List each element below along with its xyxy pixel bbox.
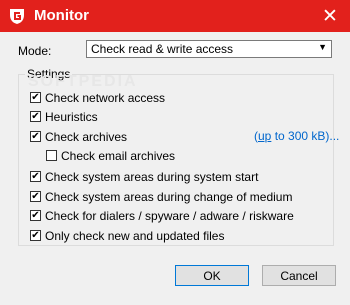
option-new-updated-files[interactable]: ✔ Only check new and updated files bbox=[30, 228, 224, 243]
archive-size-limit-link[interactable]: (up to 300 kB)... bbox=[254, 129, 339, 143]
option-label: Only check new and updated files bbox=[45, 228, 225, 243]
check-icon: ✔ bbox=[31, 210, 40, 221]
option-label: Check network access bbox=[45, 90, 166, 105]
option-label: Check for dialers / spyware / adware / r… bbox=[45, 208, 294, 223]
option-check-network-access[interactable]: ✔ Check network access bbox=[30, 90, 165, 105]
option-dialers-spyware[interactable]: ✔ Check for dialers / spyware / adware /… bbox=[30, 208, 294, 223]
g-data-logo-icon bbox=[10, 9, 24, 24]
option-label: Heuristics bbox=[45, 109, 98, 124]
cancel-button[interactable]: Cancel bbox=[262, 265, 336, 286]
checkbox[interactable]: ✔ bbox=[30, 191, 41, 202]
chevron-down-icon: ▼ bbox=[318, 42, 327, 52]
check-icon: ✔ bbox=[31, 230, 40, 241]
option-label: Check system areas during system start bbox=[45, 169, 259, 184]
check-icon: ✔ bbox=[31, 191, 40, 202]
mode-label: Mode: bbox=[18, 44, 52, 58]
mode-selected-value: Check read & write access bbox=[91, 42, 234, 56]
option-system-start[interactable]: ✔ Check system areas during system start bbox=[30, 169, 258, 184]
checkbox[interactable]: ✔ bbox=[30, 171, 41, 182]
check-icon: ✔ bbox=[31, 131, 40, 142]
checkbox[interactable]: ✔ bbox=[30, 131, 41, 142]
check-icon: ✔ bbox=[31, 111, 40, 122]
check-icon: ✔ bbox=[31, 92, 40, 103]
link-text: to 300 kB)... bbox=[271, 129, 340, 143]
window-title: Monitor bbox=[34, 7, 89, 24]
checkbox[interactable]: ✔ bbox=[30, 92, 41, 103]
title-bar: Monitor ✕ bbox=[0, 0, 350, 32]
option-check-archives[interactable]: ✔ Check archives bbox=[30, 129, 127, 144]
ok-button[interactable]: OK bbox=[175, 265, 249, 286]
option-heuristics[interactable]: ✔ Heuristics bbox=[30, 109, 98, 124]
option-change-of-medium[interactable]: ✔ Check system areas during change of me… bbox=[30, 189, 292, 204]
close-icon: ✕ bbox=[322, 5, 338, 27]
option-label: Check system areas during change of medi… bbox=[45, 189, 293, 204]
link-underlined-text: up bbox=[258, 129, 272, 143]
dialog-body: Mode: Check read & write access ▼ Settin… bbox=[0, 32, 350, 305]
option-label: Check archives bbox=[45, 129, 128, 144]
check-icon: ✔ bbox=[31, 171, 40, 182]
watermark: SOFTPEDIA bbox=[28, 73, 138, 90]
checkbox[interactable]: ✔ bbox=[30, 230, 41, 241]
option-check-email-archives[interactable]: Check email archives bbox=[46, 148, 175, 163]
checkbox[interactable]: ✔ bbox=[30, 111, 41, 122]
mode-dropdown[interactable]: Check read & write access ▼ bbox=[86, 40, 332, 58]
close-button[interactable]: ✕ bbox=[310, 0, 350, 32]
checkbox[interactable] bbox=[46, 150, 57, 161]
checkbox[interactable]: ✔ bbox=[30, 210, 41, 221]
option-label: Check email archives bbox=[61, 148, 176, 163]
